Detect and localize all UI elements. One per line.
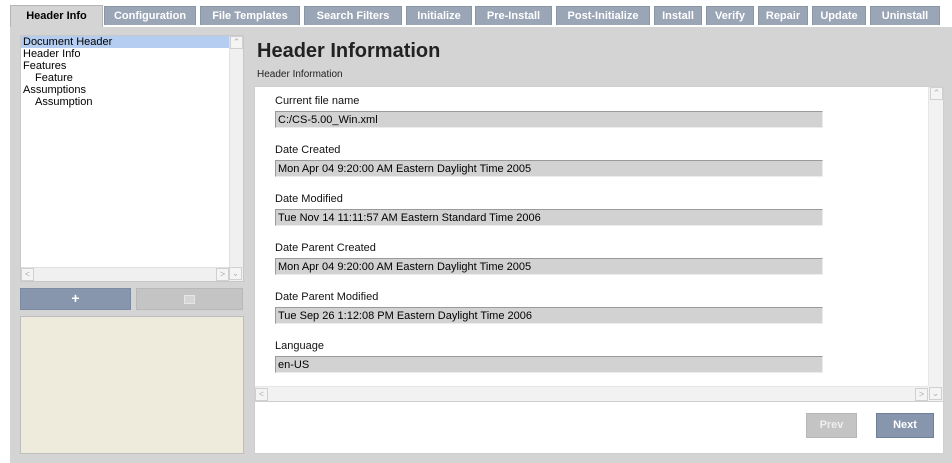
tab-search-filters[interactable]: Search Filters [304,6,402,25]
page-title: Header Information [257,40,441,62]
tab-install[interactable]: Install [654,6,702,25]
next-button[interactable]: Next [876,413,934,438]
field-date-modified: Date Modified Tue Nov 14 11:11:57 AM Eas… [275,192,823,226]
date-parent-modified-field[interactable]: Tue Sep 26 1:12:08 PM Eastern Daylight T… [275,307,823,324]
date-parent-created-field[interactable]: Mon Apr 04 9:20:00 AM Eastern Daylight T… [275,258,823,275]
tree-item-feature[interactable]: Feature [21,72,229,84]
scroll-right-arrow-icon[interactable]: > [216,268,229,281]
tree-vertical-scrollbar[interactable]: ⌃ [229,36,243,267]
field-label: Current file name [275,95,360,107]
field-date-parent-created: Date Parent Created Mon Apr 04 9:20:00 A… [275,241,823,275]
scrollbar-corner: ⌄ [928,386,943,401]
add-node-button[interactable]: + [20,288,131,310]
tree-item-header-info[interactable]: Header Info [21,48,229,60]
language-field[interactable]: en-US [275,356,823,373]
scroll-left-arrow-icon[interactable]: < [255,388,268,401]
scroll-down-arrow-icon[interactable]: ⌄ [929,387,942,400]
scroll-up-arrow-icon[interactable]: ⌃ [230,36,243,49]
fields-area: Current file name C:/CS-5.00_Win.xml Dat… [255,87,928,386]
current-file-name-field[interactable]: C:/CS-5.00_Win.xml [275,111,823,128]
document-tree: Document Header Header Info Features Fea… [20,35,244,282]
prev-button[interactable]: Prev [806,413,857,438]
scroll-left-arrow-icon[interactable]: < [21,268,34,281]
node-info-pane [20,316,244,454]
scroll-right-arrow-icon[interactable]: > [915,388,928,401]
field-language: Language en-US [275,339,823,373]
page-subtitle: Header Information [257,69,343,80]
tab-pre-install[interactable]: Pre-Install [475,6,552,25]
tab-repair[interactable]: Repair [758,6,808,25]
tab-header-info[interactable]: Header Info [10,5,103,27]
date-created-field[interactable]: Mon Apr 04 9:20:00 AM Eastern Daylight T… [275,160,823,177]
date-modified-field[interactable]: Tue Nov 14 11:11:57 AM Eastern Standard … [275,209,823,226]
field-label: Date Modified [275,193,343,205]
tab-verify[interactable]: Verify [706,6,754,25]
scrollbar-corner: ⌄ [229,267,243,281]
tree-item-document-header[interactable]: Document Header [21,36,229,48]
tab-initialize[interactable]: Initialize [406,6,472,25]
remove-node-button[interactable] [136,288,243,310]
scroll-up-arrow-icon[interactable]: ⌃ [930,87,943,100]
tree-item-assumptions[interactable]: Assumptions [21,84,229,96]
content-vertical-scrollbar[interactable]: ⌃ [928,87,943,386]
tab-post-initialize[interactable]: Post-Initialize [556,6,650,25]
field-date-parent-modified: Date Parent Modified Tue Sep 26 1:12:08 … [275,290,823,324]
field-label: Date Parent Created [275,242,376,254]
tree-item-assumption[interactable]: Assumption [21,96,229,108]
tab-file-templates[interactable]: File Templates [200,6,300,25]
tree-horizontal-scrollbar[interactable]: < > [21,267,229,281]
tab-update[interactable]: Update [812,6,866,25]
tab-bar: Header Info Configuration File Templates… [0,0,952,27]
field-label: Date Created [275,144,341,156]
tab-configuration[interactable]: Configuration [104,6,196,25]
field-label: Language [275,340,324,352]
content-panel: Current file name C:/CS-5.00_Win.xml Dat… [254,86,944,402]
field-label: Date Parent Modified [275,291,379,303]
minus-icon [184,294,195,304]
content-horizontal-scrollbar[interactable]: < > [255,386,928,401]
tree-item-features[interactable]: Features [21,60,229,72]
scroll-down-arrow-icon[interactable]: ⌄ [229,267,242,280]
tree-list: Document Header Header Info Features Fea… [21,36,229,267]
tab-uninstall[interactable]: Uninstall [870,6,940,25]
field-current-file-name: Current file name C:/CS-5.00_Win.xml [275,94,823,128]
field-date-created: Date Created Mon Apr 04 9:20:00 AM Easte… [275,143,823,177]
